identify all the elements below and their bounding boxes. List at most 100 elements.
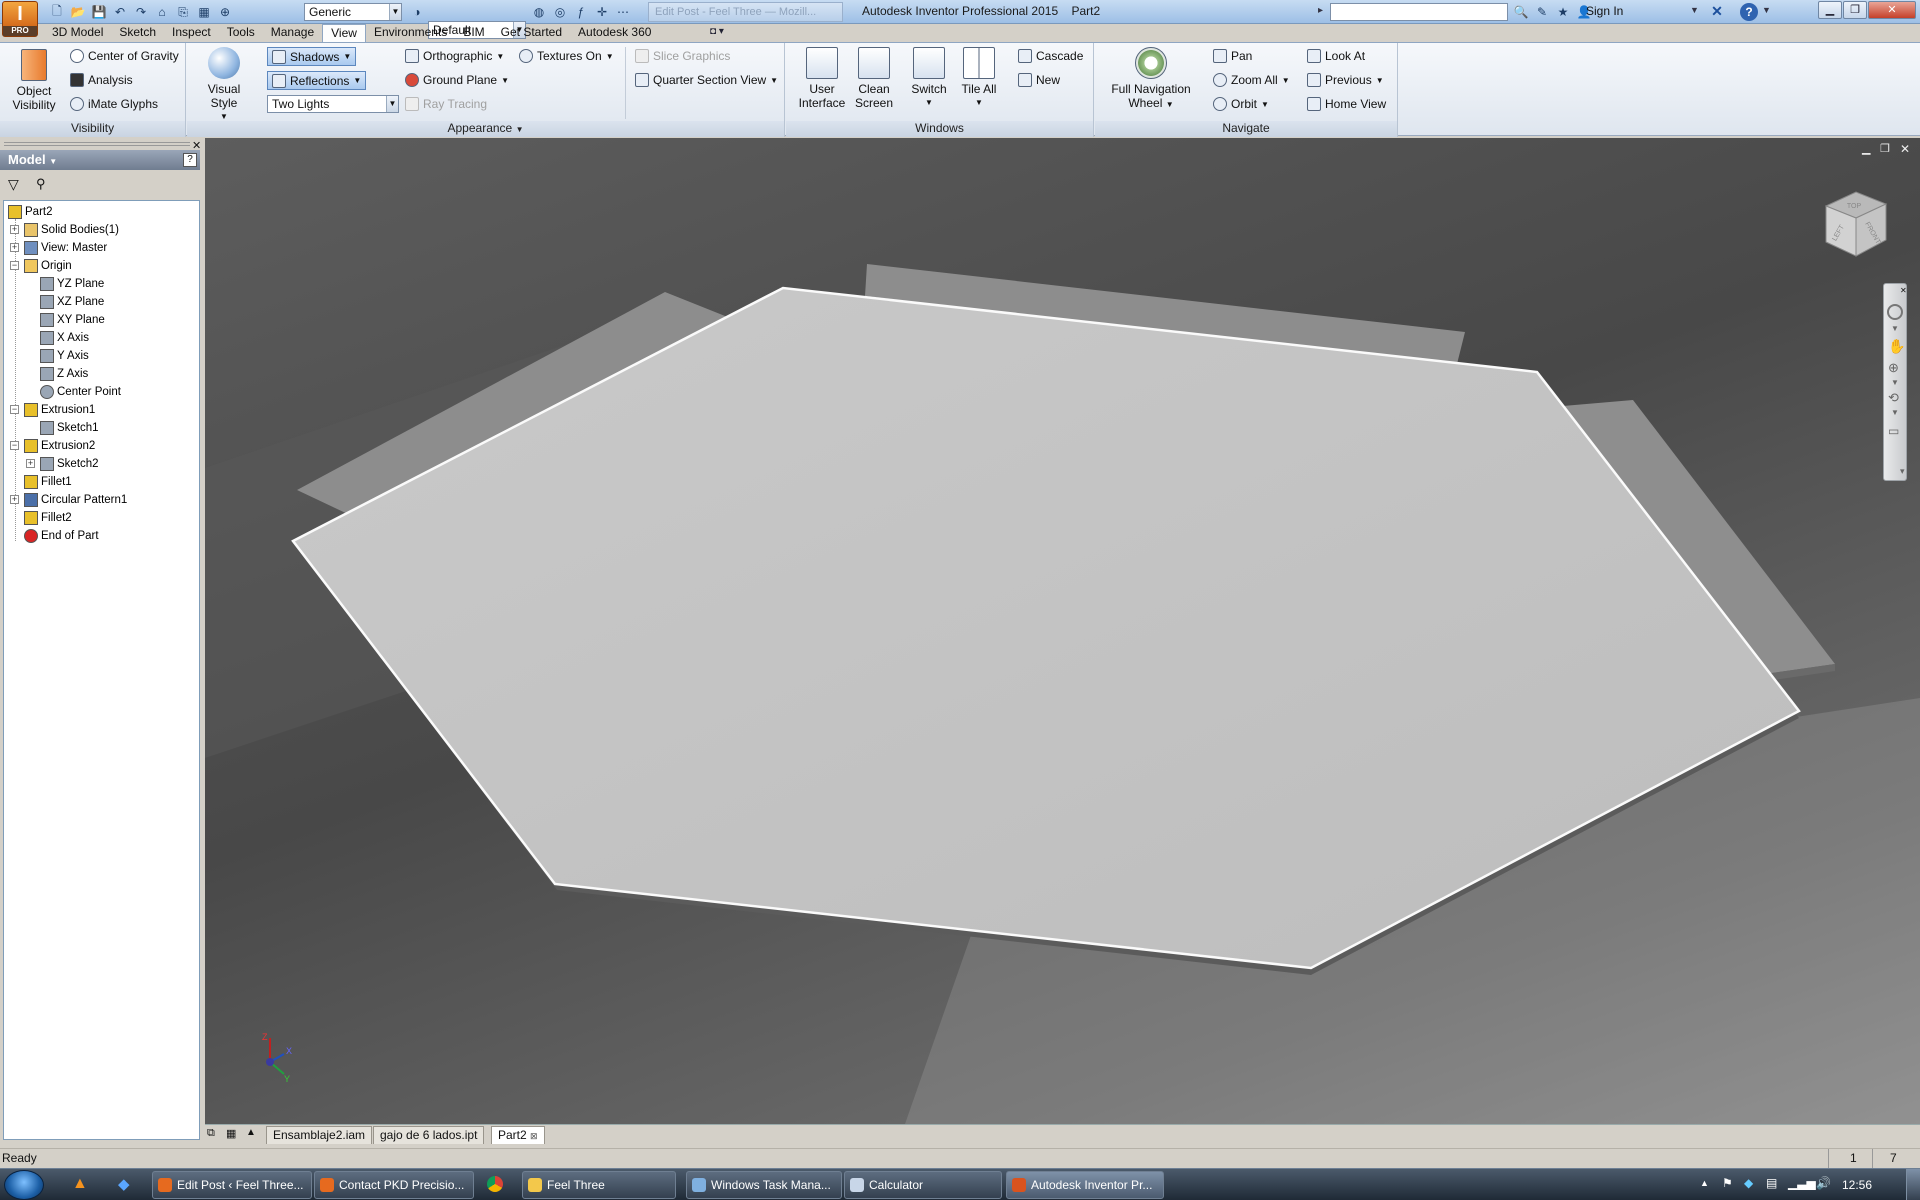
- parameters-icon[interactable]: ƒ: [572, 3, 590, 21]
- chrome-icon[interactable]: [487, 1176, 503, 1192]
- pan-button[interactable]: Pan: [1213, 49, 1252, 63]
- tree-node[interactable]: Fillet2: [24, 509, 72, 527]
- undo-icon[interactable]: ↶: [111, 3, 129, 21]
- analysis-button[interactable]: Analysis: [70, 73, 133, 87]
- chevron-down-icon[interactable]: ▼: [1891, 378, 1899, 387]
- customize-qat-icon[interactable]: ⋯: [614, 3, 632, 21]
- vlc-icon[interactable]: ▲: [72, 1175, 90, 1193]
- tab-inspect[interactable]: Inspect: [164, 24, 219, 42]
- tree-node[interactable]: Origin: [24, 257, 72, 275]
- zoom-icon[interactable]: ⊕: [1888, 360, 1899, 376]
- orbit-button[interactable]: Orbit ▼: [1213, 97, 1269, 111]
- tree-node[interactable]: Z Axis: [40, 365, 88, 383]
- taskbar-item[interactable]: Autodesk Inventor Pr...: [1006, 1171, 1164, 1199]
- material-combo[interactable]: Generic ▼: [304, 3, 402, 21]
- tree-node[interactable]: Center Point: [40, 383, 121, 401]
- chevron-down-icon[interactable]: ▼: [1762, 5, 1771, 15]
- taskbar-item[interactable]: Edit Post ‹ Feel Three...: [152, 1171, 312, 1199]
- dropbox-icon[interactable]: ◆: [118, 1175, 136, 1193]
- help-search-input[interactable]: [1330, 3, 1508, 21]
- tree-node[interactable]: View: Master: [24, 239, 107, 257]
- tree-node[interactable]: X Axis: [40, 329, 89, 347]
- ribbon-options-icon[interactable]: ◘ ▾: [710, 26, 736, 40]
- expand-icon[interactable]: +: [26, 459, 35, 468]
- slice-graphics-button[interactable]: Slice Graphics: [635, 49, 730, 63]
- tree-node[interactable]: YZ Plane: [40, 275, 104, 293]
- tab-bim[interactable]: BIM: [455, 24, 492, 42]
- tab-manage[interactable]: Manage: [263, 24, 322, 42]
- search-expand-icon[interactable]: ▸: [1318, 5, 1326, 19]
- switch-button[interactable]: Switch ▼: [906, 47, 952, 110]
- customize-navbar-icon[interactable]: ▾: [1900, 466, 1905, 477]
- ground-plane-button[interactable]: Ground Plane ▼: [405, 73, 509, 87]
- favorites-star-icon[interactable]: ★: [1554, 3, 1572, 21]
- restore-button[interactable]: ❐: [1843, 1, 1867, 19]
- object-visibility-button[interactable]: Object Visibility: [6, 49, 62, 112]
- tree-node[interactable]: End of Part: [24, 527, 99, 545]
- tree-node[interactable]: XY Plane: [40, 311, 105, 329]
- help-icon[interactable]: ?: [1740, 3, 1758, 21]
- clock[interactable]: 12:56: [1842, 1178, 1872, 1192]
- show-hidden-icons-icon[interactable]: ▲: [1700, 1178, 1709, 1188]
- tab-3d-model[interactable]: 3D Model: [44, 24, 111, 42]
- open-file-icon[interactable]: 📂: [69, 3, 87, 21]
- taskbar-item[interactable]: Windows Task Mana...: [686, 1171, 842, 1199]
- taskbar-item[interactable]: Contact PKD Precisio...: [314, 1171, 474, 1199]
- center-of-gravity-button[interactable]: Center of Gravity: [70, 49, 179, 63]
- lighting-style-combo[interactable]: Two Lights ▼: [267, 95, 399, 113]
- exchange-x-icon[interactable]: ✕: [1708, 3, 1726, 21]
- appearance-sphere-icon[interactable]: ◑: [408, 3, 426, 21]
- find-binoculars-icon[interactable]: ⚲: [36, 176, 46, 192]
- show-desktop-button[interactable]: [1906, 1169, 1920, 1200]
- open-documents-icon[interactable]: ▲: [246, 1127, 256, 1138]
- chevron-down-icon[interactable]: ▼: [1891, 324, 1899, 333]
- appearance-panel-label[interactable]: Appearance ▼: [187, 121, 784, 137]
- visual-style-button[interactable]: Visual Style ▼: [195, 47, 253, 124]
- sign-in-link[interactable]: Sign In: [1586, 4, 1623, 18]
- action-center-flag-icon[interactable]: ⚑: [1722, 1176, 1733, 1190]
- document-tab[interactable]: Ensamblaje2.iam: [266, 1126, 373, 1144]
- browser-header[interactable]: Model ▼: [0, 150, 200, 170]
- collapse-icon[interactable]: −: [10, 441, 19, 450]
- measure-icon[interactable]: ✛: [593, 3, 611, 21]
- redo-icon[interactable]: ↷: [132, 3, 150, 21]
- previous-view-button[interactable]: Previous ▼: [1307, 73, 1384, 87]
- save-icon[interactable]: 💾: [90, 3, 108, 21]
- taskbar-item[interactable]: Calculator: [844, 1171, 1002, 1199]
- tree-node[interactable]: XZ Plane: [40, 293, 104, 311]
- browser-help-icon[interactable]: ?: [183, 153, 197, 167]
- chevron-down-icon[interactable]: ▼: [1690, 5, 1699, 15]
- new-window-button[interactable]: New: [1018, 73, 1060, 87]
- tab-get-started[interactable]: Get Started: [493, 24, 570, 42]
- zoom-all-button[interactable]: Zoom All ▼: [1213, 73, 1290, 87]
- update-icon[interactable]: ▦: [195, 3, 213, 21]
- tray-app-icon[interactable]: ▤: [1766, 1176, 1777, 1190]
- application-menu-button[interactable]: I PRO: [2, 1, 38, 37]
- tab-tools[interactable]: Tools: [219, 24, 263, 42]
- full-navigation-wheel-button[interactable]: Full Navigation Wheel ▼: [1103, 47, 1199, 112]
- tree-node[interactable]: Sketch2: [40, 455, 99, 473]
- collapse-icon[interactable]: −: [10, 261, 19, 270]
- graphics-viewport[interactable]: [205, 138, 1920, 1124]
- network-icon[interactable]: ▁▃▅: [1788, 1176, 1816, 1190]
- orbit-icon[interactable]: ⟲: [1888, 390, 1899, 406]
- viewcube[interactable]: TOP LEFT FRONT: [1818, 186, 1894, 262]
- clear-appearance-icon[interactable]: ◎: [551, 3, 569, 21]
- look-at-button[interactable]: Look At: [1307, 49, 1365, 63]
- document-tab[interactable]: gajo de 6 lados.ipt: [373, 1126, 485, 1144]
- minimize-button[interactable]: ▁: [1818, 1, 1842, 19]
- new-file-icon[interactable]: 🗋: [48, 3, 66, 21]
- orthographic-button[interactable]: Orthographic ▼: [405, 49, 504, 63]
- tab-environments[interactable]: Environments: [366, 24, 455, 42]
- subscription-icon[interactable]: ✎: [1533, 3, 1551, 21]
- document-tab-active[interactable]: Part2 ⊠: [491, 1126, 545, 1144]
- ray-tracing-button[interactable]: Ray Tracing: [405, 97, 487, 111]
- filter-icon[interactable]: ▽: [8, 176, 19, 193]
- tree-node[interactable]: Extrusion1: [24, 401, 95, 419]
- adjust-icon[interactable]: ◍: [530, 3, 548, 21]
- tree-node[interactable]: Solid Bodies(1): [24, 221, 119, 239]
- collapse-icon[interactable]: −: [10, 405, 19, 414]
- start-button[interactable]: [4, 1170, 44, 1200]
- imate-glyphs-button[interactable]: iMate Glyphs: [70, 97, 158, 111]
- expand-icon[interactable]: +: [10, 243, 19, 252]
